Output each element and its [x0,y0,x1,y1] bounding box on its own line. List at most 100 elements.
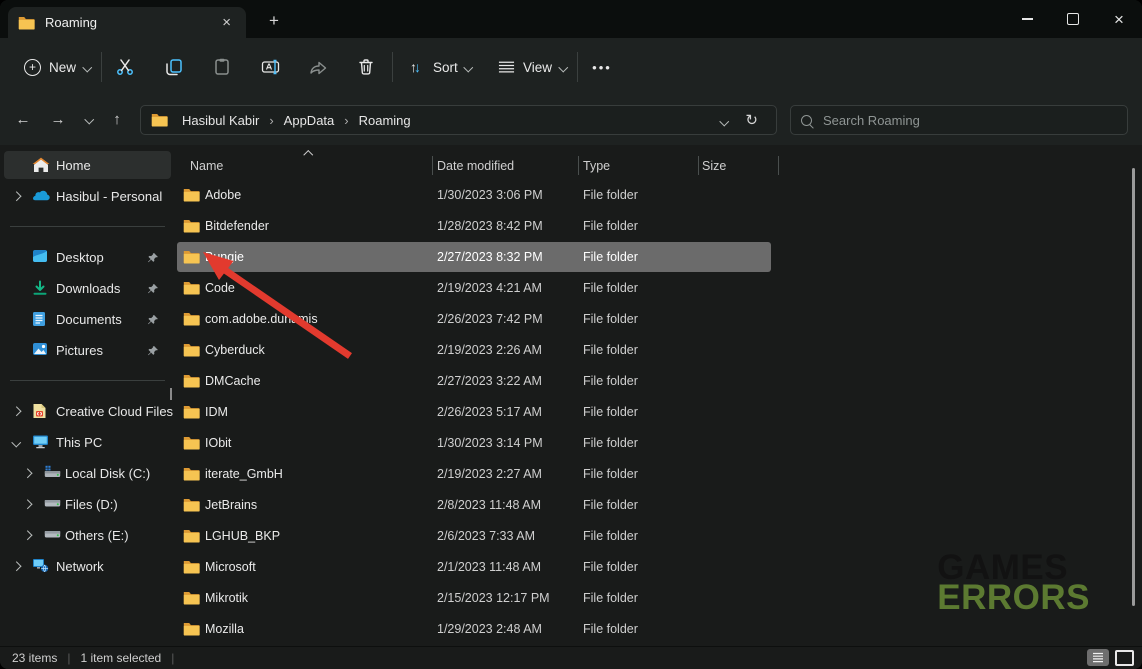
chevron-right-icon[interactable] [23,531,32,540]
breadcrumb-hasibul-kabir[interactable]: Hasibul Kabir [176,110,265,131]
file-name: LGHUB_BKP [205,529,280,543]
sidebar-item-creative-cloud-files[interactable]: Creative Cloud Files [0,397,175,425]
file-row-iobit[interactable]: IObit1/30/2023 3:14 PMFile folder [175,428,1142,459]
file-row-bitdefender[interactable]: Bitdefender1/28/2023 8:42 PMFile folder [175,211,1142,242]
more-dots-icon: ••• [592,60,612,75]
sidebar-item-desktop[interactable]: Desktop [0,243,175,271]
toolbar-divider [392,52,393,82]
sidebar-item-files-d[interactable]: Files (D:) [0,490,175,518]
sidebar-item-hasibul-personal[interactable]: Hasibul - Personal [0,182,175,210]
breadcrumb-appdata[interactable]: AppData [278,110,341,131]
recent-locations-button[interactable] [74,104,104,134]
column-header-date-modified[interactable]: Date modified [437,159,514,173]
sidebar-item-pictures[interactable]: Pictures [0,336,175,364]
details-view-button[interactable] [1087,649,1109,666]
sidebar-item-label: Pictures [56,343,103,358]
column-divider[interactable] [432,156,433,175]
maximize-button[interactable] [1050,0,1096,38]
folder-icon [183,343,200,357]
breadcrumb-roaming[interactable]: Roaming [353,110,417,131]
chevron-down-icon[interactable] [12,438,21,447]
file-row-jetbrains[interactable]: JetBrains2/8/2023 11:48 AMFile folder [175,490,1142,521]
address-bar[interactable]: Hasibul Kabir › AppData › Roaming ↻ [140,105,777,135]
up-button[interactable]: ↑ [102,104,132,134]
sidebar-item-network[interactable]: Network [0,552,175,580]
chevron-right-icon[interactable] [12,192,21,201]
view-button[interactable]: View [488,52,577,82]
file-row-dmcache[interactable]: DMCache2/27/2023 3:22 AMFile folder [175,366,1142,397]
column-header-name[interactable]: Name [190,159,223,173]
chevron-right-icon[interactable] [23,500,32,509]
new-button[interactable]: + New [14,52,101,82]
new-plus-icon: + [24,59,41,76]
selection-count: 1 item selected [80,651,161,665]
sort-button[interactable]: ↑↓ Sort [400,52,481,82]
chevron-right-icon[interactable] [23,469,32,478]
rename-icon [260,57,281,77]
column-header-size[interactable]: Size [702,159,726,173]
more-options-button[interactable]: ••• [585,52,619,82]
sidebar-item-home[interactable]: Home [4,151,171,179]
new-button-label: New [49,60,76,75]
file-date-modified: 1/28/2023 8:42 PM [437,219,543,233]
search-input[interactable] [821,112,1117,129]
cut-button[interactable] [105,52,145,82]
rename-button[interactable] [250,52,290,82]
chevron-right-icon[interactable] [12,562,21,571]
file-row-bungie[interactable]: Bungie2/27/2023 8:32 PMFile folder [175,242,1142,273]
chevron-down-icon [559,62,568,71]
pictures-icon [32,342,50,359]
file-date-modified: 1/30/2023 3:06 PM [437,188,543,202]
maximize-icon [1067,13,1079,25]
file-row-cyberduck[interactable]: Cyberduck2/19/2023 2:26 AMFile folder [175,335,1142,366]
file-type: File folder [583,219,638,233]
titlebar: Roaming × + × [0,0,1142,38]
folder-icon [18,16,35,30]
column-header-type[interactable]: Type [583,159,610,173]
forward-button[interactable]: → [43,104,73,134]
sidebar-item-documents[interactable]: Documents [0,305,175,333]
watermark-line2: ERRORS [937,583,1090,613]
sidebar-item-this-pc[interactable]: This PC [0,428,175,456]
file-list-scrollbar[interactable] [1132,168,1135,606]
back-button[interactable]: ← [8,104,38,134]
file-row-mozilla[interactable]: Mozilla1/29/2023 2:48 AMFile folder [175,614,1142,645]
sidebar-item-local-disk-c[interactable]: Local Disk (C:) [0,459,175,487]
close-button[interactable]: × [1096,0,1142,38]
tab-close-icon[interactable]: × [217,13,236,32]
pin-icon [147,344,159,362]
minimize-button[interactable] [1004,0,1050,38]
forward-arrow-icon: → [51,111,66,128]
file-row-adobe[interactable]: Adobe1/30/2023 3:06 PMFile folder [175,180,1142,211]
file-row-idm[interactable]: IDM2/26/2023 5:17 AMFile folder [175,397,1142,428]
share-button[interactable] [298,52,338,82]
sidebar-scrollbar[interactable] [170,388,172,400]
new-tab-button[interactable]: + [262,10,286,31]
file-row-code[interactable]: Code2/19/2023 4:21 AMFile folder [175,273,1142,304]
copy-button[interactable] [154,52,194,82]
window-controls: × [1004,0,1142,38]
large-icons-view-button[interactable] [1115,650,1134,666]
address-dropdown-button[interactable] [711,107,738,133]
explorer-tab-roaming[interactable]: Roaming × [8,7,246,38]
refresh-button[interactable]: ↻ [737,109,766,131]
column-divider[interactable] [698,156,699,175]
watermark-logo: GAMES ERRORS [937,553,1090,613]
file-date-modified: 2/26/2023 7:42 PM [437,312,543,326]
file-row-iterate-gmbh[interactable]: iterate_GmbH2/19/2023 2:27 AMFile folder [175,459,1142,490]
file-name: Mikrotik [205,591,248,605]
sidebar-item-downloads[interactable]: Downloads [0,274,175,302]
chevron-right-icon[interactable] [12,407,21,416]
column-divider[interactable] [778,156,779,175]
delete-button[interactable] [346,52,386,82]
paste-button[interactable] [202,52,242,82]
downloads-icon [32,280,50,297]
search-box[interactable] [790,105,1128,135]
navigation-bar: ← → ↑ Hasibul Kabir › AppData › Roaming … [0,95,1142,145]
file-row-com-adobe-dunamis[interactable]: com.adobe.dunamis2/26/2023 7:42 PMFile f… [175,304,1142,335]
status-bar: 23 items | 1 item selected | [0,646,1142,669]
column-divider[interactable] [578,156,579,175]
file-type: File folder [583,343,638,357]
sidebar-item-others-e[interactable]: Others (E:) [0,521,175,549]
search-icon [801,115,812,126]
